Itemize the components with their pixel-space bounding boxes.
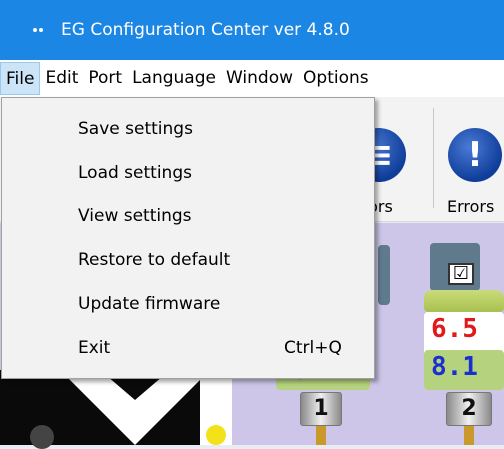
menu-item-update-firmware[interactable]: Update firmware (2, 287, 374, 321)
sensor-2-number: 2 (461, 396, 477, 421)
menu-options[interactable]: Options (298, 62, 374, 95)
menu-port[interactable]: Port (83, 62, 127, 95)
menu-item-shortcut: Ctrl+Q (284, 338, 342, 358)
device-led-grey (30, 425, 54, 449)
app-icon (33, 25, 47, 35)
sensor-2-checkbox[interactable]: ☑ (448, 263, 474, 285)
title-bar: EG Configuration Center ver 4.8.0 (0, 0, 504, 60)
menu-window[interactable]: Window (221, 62, 298, 95)
menu-item-label: View settings (78, 206, 192, 226)
window-title: EG Configuration Center ver 4.8.0 (61, 20, 350, 40)
menu-item-save-settings[interactable]: Save settings (2, 112, 374, 146)
menu-item-label: Update firmware (78, 294, 221, 314)
menu-item-exit[interactable]: Exit Ctrl+Q (2, 331, 374, 365)
sensor-2-cap (424, 290, 504, 312)
sensor-1-number: 1 (313, 396, 329, 421)
menu-language[interactable]: Language (127, 62, 221, 95)
sensor-2-pin (464, 426, 474, 445)
sensor-1-pin (316, 426, 326, 445)
exclamation-icon: ! (467, 135, 483, 175)
menu-item-label: Restore to default (78, 250, 231, 270)
menu-bar: File Edit Port Language Window Options (0, 60, 504, 97)
sensor-1-top (378, 245, 390, 305)
menu-item-view-settings[interactable]: View settings (2, 199, 374, 233)
device-led-yellow (206, 425, 226, 445)
toolbar-separator (433, 108, 434, 208)
menu-item-label: Save settings (78, 119, 193, 139)
menu-item-label: Exit (78, 338, 111, 358)
menu-item-label: Load settings (78, 163, 192, 183)
menu-item-restore-default[interactable]: Restore to default (2, 243, 374, 277)
errors-button[interactable]: ! (448, 128, 502, 182)
errors-label[interactable]: Errors (447, 197, 494, 216)
menu-file[interactable]: File (0, 62, 41, 95)
menu-item-load-settings[interactable]: Load settings (2, 156, 374, 190)
menu-edit[interactable]: Edit (40, 62, 83, 95)
sensor-2-value-red: 6.5 (431, 314, 478, 344)
sensor-2-value-blue: 8.1 (431, 352, 478, 382)
file-menu-dropdown: Save settings Load settings View setting… (1, 97, 375, 379)
